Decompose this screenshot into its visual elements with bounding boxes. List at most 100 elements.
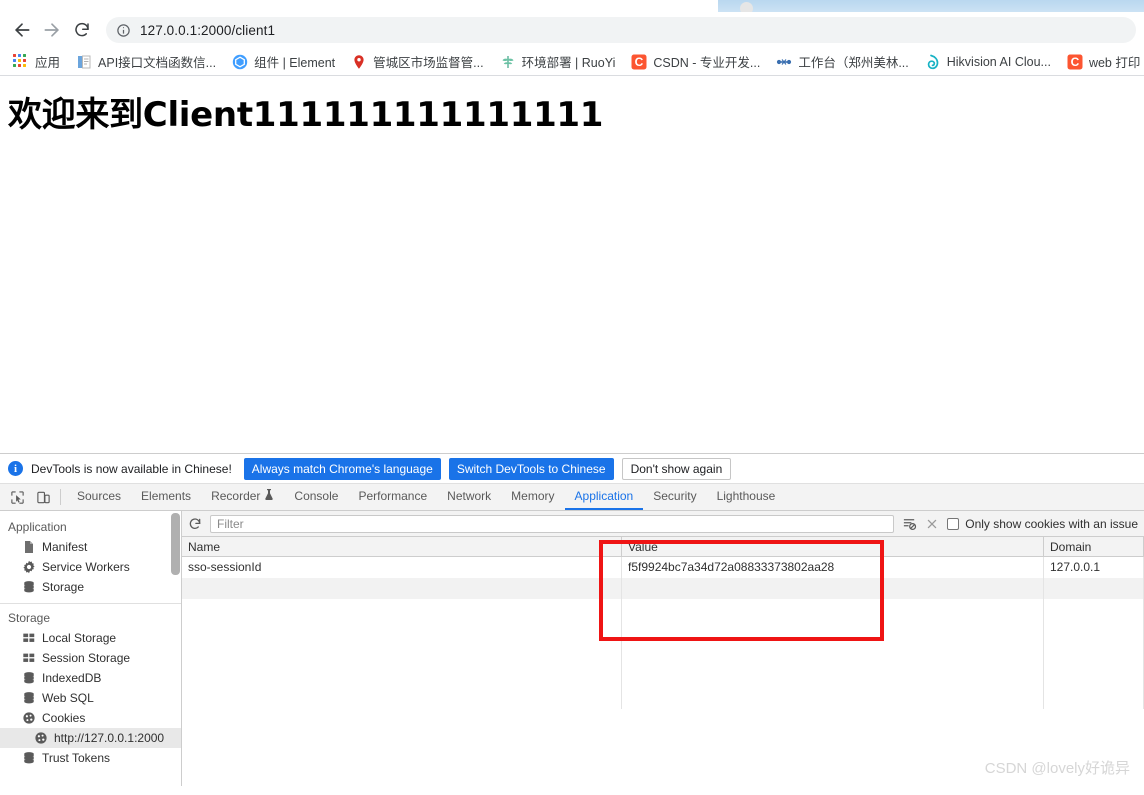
- notification-message: DevTools is now available in Chinese!: [31, 461, 232, 476]
- database-icon: [22, 580, 36, 594]
- sidebar-item-label: Service Workers: [42, 560, 130, 574]
- info-icon: i: [8, 461, 23, 476]
- sidebar-item-label: http://127.0.0.1:2000: [54, 731, 165, 745]
- tab-console[interactable]: Console: [284, 484, 348, 510]
- bookmark-apps[interactable]: 应用: [6, 50, 67, 73]
- always-match-language-button[interactable]: Always match Chrome's language: [243, 457, 441, 480]
- bookmark-label: 应用: [35, 56, 61, 70]
- sidebar-item-manifest[interactable]: Manifest: [0, 537, 181, 557]
- clear-filter-icon[interactable]: [902, 516, 917, 531]
- table-empty-row: [182, 578, 1144, 599]
- sidebar-row: Web SQL: [0, 688, 181, 708]
- tab-sources[interactable]: Sources: [67, 484, 131, 510]
- bookmark-api-doc[interactable]: API接口文档函数信...: [69, 50, 223, 73]
- sidebar-item-cookie-origin[interactable]: http://127.0.0.1:2000: [0, 728, 181, 748]
- apps-grid-icon: [13, 53, 29, 70]
- bookmark-web-print[interactable]: C web 打印: [1060, 50, 1144, 73]
- sidebar-item-label: IndexedDB: [42, 671, 102, 685]
- empty-cell: [1044, 578, 1144, 599]
- sidebar-row: IndexedDB: [0, 668, 181, 688]
- tab-label: Console: [294, 489, 339, 503]
- refresh-icon[interactable]: [188, 517, 202, 531]
- gear-icon: [22, 560, 36, 574]
- sidebar-row: Cookies: [0, 708, 181, 728]
- cookies-table: Name Value Domain sso-sessionId f5f9924b…: [182, 537, 1144, 786]
- bookmark-label: API接口文档函数信...: [98, 56, 217, 70]
- bookmark-element[interactable]: 组件 | Element: [225, 50, 342, 73]
- sidebar-item-session-storage[interactable]: Session Storage: [0, 648, 181, 668]
- table-row[interactable]: sso-sessionId f5f9924bc7a34d72a088333738…: [182, 557, 1144, 578]
- empty-cell: [622, 578, 1044, 599]
- column-header-domain[interactable]: Domain: [1044, 537, 1144, 556]
- site-info-icon[interactable]: [116, 23, 131, 38]
- back-button[interactable]: [8, 16, 36, 44]
- filler-column: [622, 599, 1044, 709]
- inspect-element-icon[interactable]: [4, 484, 30, 510]
- tab-recorder[interactable]: Recorder: [201, 484, 284, 510]
- csdn-logo-icon: C: [1067, 54, 1083, 70]
- sidebar-divider: [0, 603, 181, 604]
- tab-memory[interactable]: Memory: [501, 484, 564, 510]
- browser-window: 127.0.0.1:2000/client1 应用 API接口文档函数信... …: [0, 0, 1144, 786]
- sidebar-item-web-sql[interactable]: Web SQL: [0, 688, 181, 708]
- sidebar-item-service-workers[interactable]: Service Workers: [0, 557, 181, 577]
- tab-elements[interactable]: Elements: [131, 484, 201, 510]
- cell-cookie-name: sso-sessionId: [182, 557, 622, 578]
- tab-performance[interactable]: Performance: [348, 484, 437, 510]
- address-bar[interactable]: 127.0.0.1:2000/client1: [106, 17, 1136, 43]
- bookmark-market-supervision[interactable]: 管城区市场监督管...: [344, 50, 490, 73]
- bookmark-label: 工作台（郑州美林...: [798, 56, 909, 70]
- sidebar-item-local-storage[interactable]: Local Storage: [0, 628, 181, 648]
- page-title: 欢迎来到Client111111111111111: [8, 95, 604, 135]
- sidebar-item-trust-tokens[interactable]: Trust Tokens: [0, 748, 181, 768]
- bookmark-label: Hikvision AI Clou...: [946, 54, 1051, 69]
- reload-button[interactable]: [68, 16, 96, 44]
- sidebar-item-indexeddb[interactable]: IndexedDB: [0, 668, 181, 688]
- device-toolbar-icon[interactable]: [30, 484, 56, 510]
- tab-label: Application: [574, 489, 634, 503]
- sidebar-row: Trust Tokens: [0, 748, 181, 768]
- checkbox-label: Only show cookies with an issue: [965, 516, 1138, 531]
- dont-show-again-button[interactable]: Don't show again: [621, 457, 732, 480]
- tab-label: Lighthouse: [716, 489, 776, 503]
- sidebar-row: Manifest: [0, 537, 181, 557]
- column-header-value[interactable]: Value: [622, 537, 1044, 556]
- column-header-name[interactable]: Name: [182, 537, 622, 556]
- bookmark-label: CSDN - 专业开发...: [653, 56, 761, 70]
- sidebar-item-cookies[interactable]: Cookies: [0, 708, 181, 728]
- svg-text:C: C: [1071, 55, 1080, 69]
- filler-column: [182, 599, 622, 709]
- bookmark-ruoyi[interactable]: 环境部署 | RuoYi: [493, 50, 623, 73]
- tab-security[interactable]: Security: [643, 484, 706, 510]
- devtools-panel: i DevTools is now available in Chinese! …: [0, 453, 1144, 786]
- page-viewport: 欢迎来到Client111111111111111: [0, 76, 1144, 453]
- tab-network[interactable]: Network: [437, 484, 501, 510]
- bookmark-workbench[interactable]: 工作台（郑州美林...: [769, 50, 915, 73]
- bookmark-hikvision[interactable]: Hikvision AI Clou...: [918, 52, 1058, 72]
- leaf-icon: [500, 54, 516, 70]
- tab-lighthouse[interactable]: Lighthouse: [707, 484, 786, 510]
- checkbox-box[interactable]: [947, 517, 960, 530]
- cell-cookie-value: f5f9924bc7a34d72a08833373802aa28: [622, 557, 1044, 578]
- application-sidebar: Application Manifest Service Workers Sto…: [0, 511, 182, 786]
- bookmark-csdn[interactable]: C CSDN - 专业开发...: [624, 50, 767, 73]
- sidebar-row: Session Storage: [0, 648, 181, 668]
- filter-input[interactable]: Filter: [210, 514, 895, 533]
- table-filler-area: [182, 599, 1144, 709]
- cookie-icon: [22, 711, 36, 725]
- switch-devtools-language-button[interactable]: Switch DevTools to Chinese: [448, 457, 614, 480]
- close-x-icon[interactable]: [925, 517, 939, 531]
- empty-cell: [182, 578, 622, 599]
- bookmark-label: 管城区市场监督管...: [373, 56, 484, 70]
- sidebar-row: Storage: [0, 577, 181, 597]
- forward-button[interactable]: [38, 16, 66, 44]
- sidebar-item-storage[interactable]: Storage: [0, 577, 181, 597]
- database-icon: [22, 671, 36, 685]
- tab-application[interactable]: Application: [564, 484, 644, 510]
- sidebar-row: Local Storage: [0, 628, 181, 648]
- sidebar-item-label: Manifest: [42, 540, 88, 554]
- browser-tab-partial[interactable]: [718, 0, 1144, 12]
- only-issues-checkbox[interactable]: Only show cookies with an issue: [947, 517, 1138, 531]
- sidebar-group-application-title: Application: [8, 520, 67, 534]
- devtools-language-notification: i DevTools is now available in Chinese! …: [0, 454, 1144, 484]
